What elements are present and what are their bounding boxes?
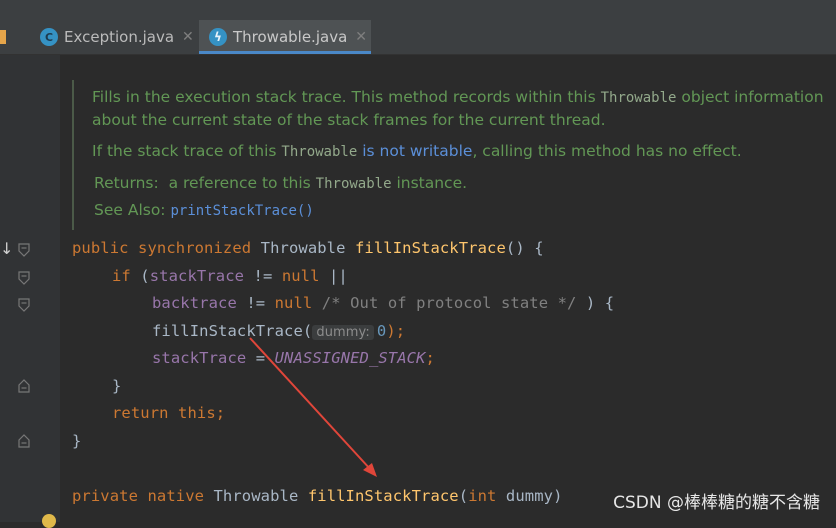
- annotation-arrow: [249, 337, 377, 477]
- watermark: CSDN @棒棒糖的糖不含糖: [613, 493, 820, 513]
